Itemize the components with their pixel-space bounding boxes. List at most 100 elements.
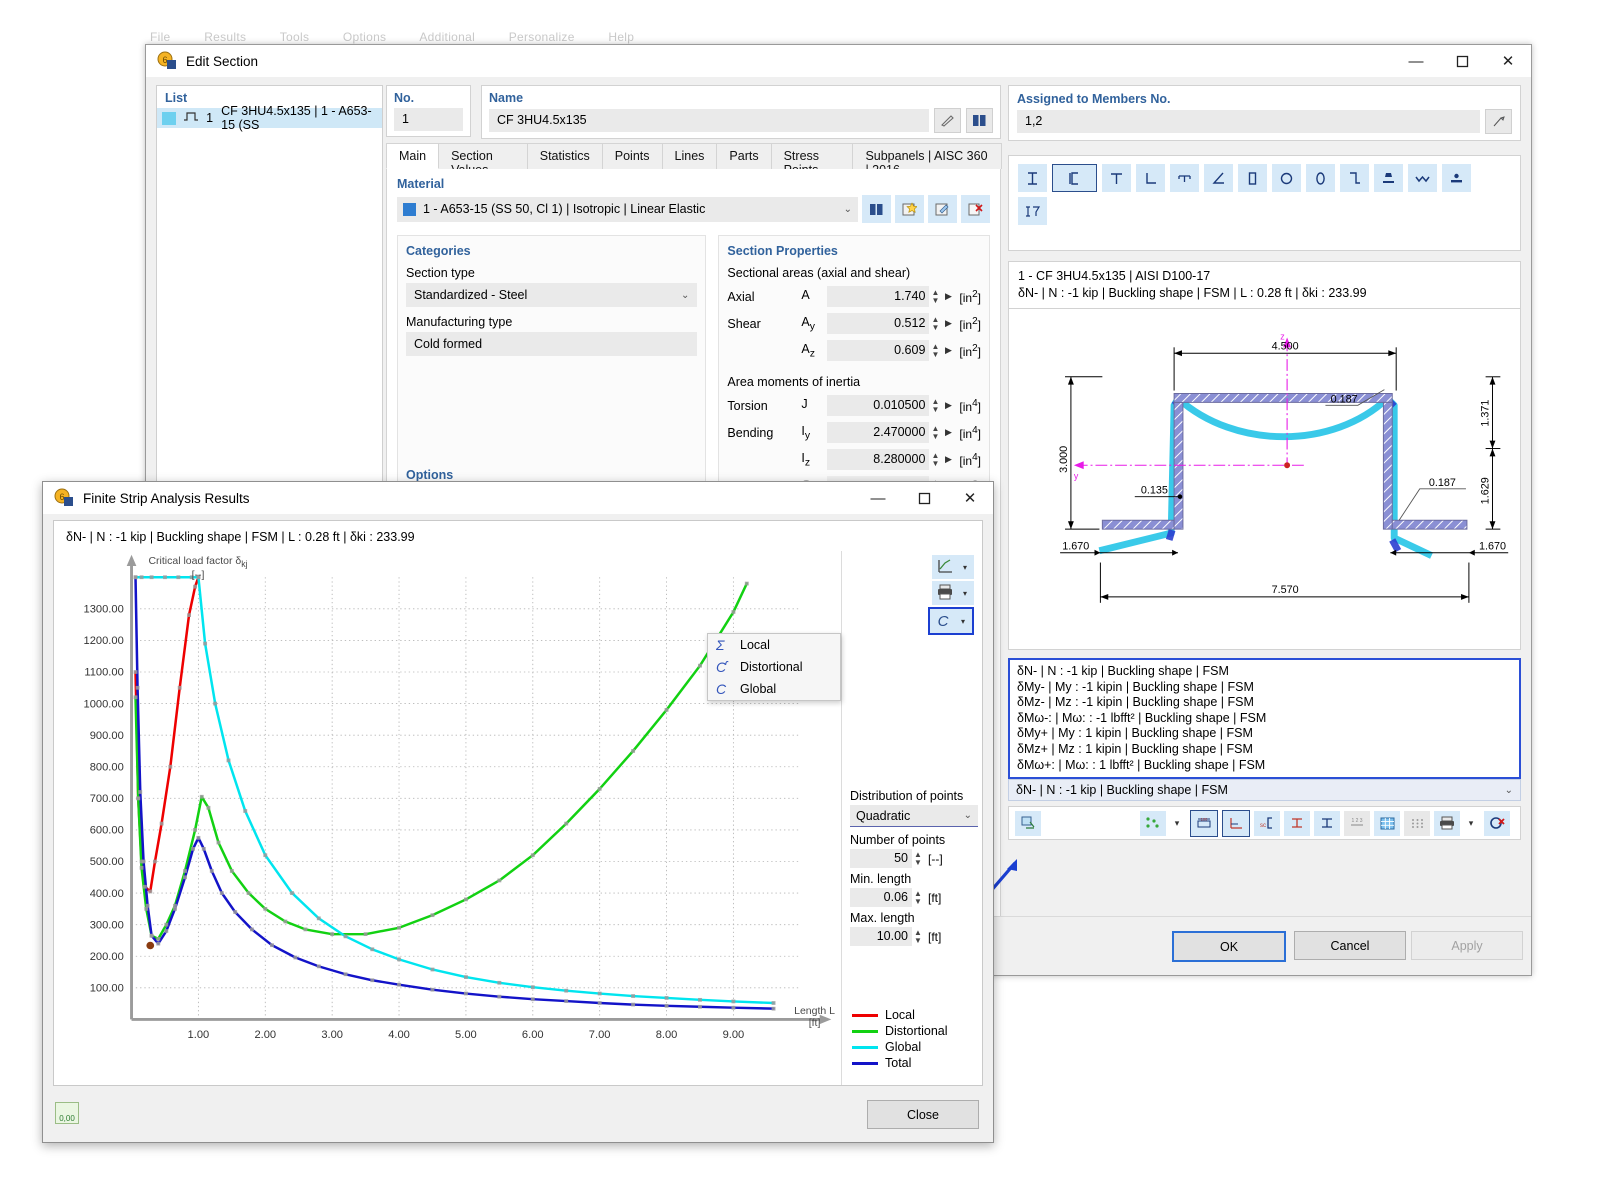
dot-bar-icon[interactable] — [1442, 164, 1471, 192]
expand-arrow-icon[interactable]: ▶ — [941, 318, 955, 329]
dimensions-icon[interactable]: 100 — [1190, 810, 1218, 837]
spinner-icon[interactable]: ▲▼ — [912, 929, 924, 945]
property-value[interactable]: 0.010500 — [827, 395, 929, 416]
chart-settings-button[interactable]: ▾ — [932, 555, 974, 579]
list-item[interactable]: δMω-: | Mω: : -1 lbfft² | Buckling shape… — [1017, 711, 1512, 727]
print-button[interactable]: ▾ — [932, 581, 974, 605]
spinner-icon[interactable]: ▲▼ — [929, 289, 941, 305]
tab-parts[interactable]: Parts — [716, 143, 771, 169]
assigned-input[interactable]: 1,2 — [1017, 110, 1480, 133]
result-selector[interactable]: δN- | N : -1 kip | Buckling shape | FSM … — [1008, 779, 1521, 801]
ok-button[interactable]: OK — [1172, 931, 1286, 962]
buckling-mode-dropdown[interactable]: Ʃ Local Ƈ Distortional C Global — [707, 633, 841, 701]
material-library-icon[interactable] — [862, 195, 891, 223]
minimize-button[interactable]: — — [855, 482, 901, 514]
circ-hollow-icon[interactable] — [1272, 164, 1301, 192]
fsm-titlebar[interactable]: 6 Finite Strip Analysis Results — ✕ — [43, 482, 993, 514]
tab-stress-points[interactable]: Stress Points — [771, 143, 854, 169]
angle-slope-icon[interactable] — [1204, 164, 1233, 192]
cancel-button[interactable]: Cancel — [1294, 931, 1406, 960]
grid-icon[interactable] — [1374, 811, 1400, 836]
material-select[interactable]: 1 - A653-15 (SS 50, Cl 1) | Isotropic | … — [397, 197, 858, 222]
tab-statistics[interactable]: Statistics — [527, 143, 603, 169]
zed-section-icon[interactable] — [1340, 164, 1369, 192]
menu-item-global[interactable]: C Global — [708, 678, 840, 700]
property-value[interactable]: 1.740 — [827, 286, 929, 307]
principal-axes-icon[interactable] — [1314, 811, 1340, 836]
corrugated-icon[interactable] — [1408, 164, 1437, 192]
max-length-input[interactable]: 10.00 — [850, 927, 912, 946]
list-item[interactable]: 1 CF 3HU4.5x135 | 1 - A653-15 (SS — [157, 108, 382, 128]
expand-arrow-icon[interactable]: ▶ — [941, 427, 955, 438]
spinner-icon[interactable]: ▲▼ — [929, 316, 941, 332]
edit-section-titlebar[interactable]: 6 Edit Section — ✕ — [146, 45, 1531, 77]
pick-members-icon[interactable] — [1485, 109, 1512, 134]
list-item[interactable]: δMω+: | Mω: : 1 lbfft² | Buckling shape … — [1017, 758, 1512, 774]
spinner-icon[interactable]: ▲▼ — [912, 890, 924, 906]
list-item[interactable]: δMz- | Mz : -1 kipin | Buckling shape | … — [1017, 695, 1512, 711]
min-length-input[interactable]: 0.06 — [850, 888, 912, 907]
maximize-button[interactable] — [901, 482, 947, 514]
property-value[interactable]: 8.280000 — [827, 449, 929, 470]
expand-arrow-icon[interactable]: ▶ — [941, 291, 955, 302]
buckling-results-list[interactable]: δN- | N : -1 kip | Buckling shape | FSM … — [1008, 658, 1521, 779]
units-badge[interactable]: 0,00 — [55, 1102, 79, 1124]
expand-arrow-icon[interactable]: ▶ — [941, 345, 955, 356]
list-item[interactable]: δMy- | My : -1 kipin | Buckling shape | … — [1017, 680, 1512, 696]
chevron-down-icon[interactable]: ▾ — [958, 563, 972, 572]
dotted-grid-icon[interactable] — [1404, 811, 1430, 836]
property-value[interactable]: 2.470000 — [827, 422, 929, 443]
property-value[interactable]: 0.609 — [827, 340, 929, 361]
angle-section-icon[interactable] — [1136, 164, 1165, 192]
list-item[interactable]: δMz+ | Mz : 1 kipin | Buckling shape | F… — [1017, 742, 1512, 758]
close-button[interactable]: Close — [867, 1100, 979, 1129]
section-library-icon[interactable] — [966, 108, 993, 133]
tee-section-icon[interactable] — [1102, 164, 1131, 192]
clear-results-icon[interactable] — [1484, 811, 1510, 836]
close-button[interactable]: ✕ — [1485, 45, 1531, 77]
maximize-button[interactable] — [1439, 45, 1485, 77]
number-input[interactable]: 1 — [394, 108, 463, 131]
delete-material-icon[interactable] — [961, 195, 990, 223]
spinner-icon[interactable]: ▲▼ — [929, 343, 941, 359]
tee-flange-icon[interactable] — [1170, 164, 1199, 192]
menu-item-local[interactable]: Ʃ Local — [708, 634, 840, 656]
cross-section-drawing[interactable]: z y 4.500 — [1008, 309, 1521, 650]
section-type-select[interactable]: Standardized - Steel ⌄ — [406, 283, 697, 307]
expand-arrow-icon[interactable]: ▶ — [941, 400, 955, 411]
chevron-down-icon[interactable]: ▾ — [1170, 818, 1184, 829]
edit-material-icon[interactable] — [928, 195, 957, 223]
list-item[interactable]: δN- | N : -1 kip | Buckling shape | FSM — [1017, 664, 1512, 680]
chevron-down-icon[interactable]: ▾ — [958, 589, 972, 598]
points-display-icon[interactable] — [1140, 811, 1166, 836]
close-window-button[interactable]: ✕ — [947, 482, 993, 514]
chevron-down-icon[interactable]: ▾ — [1464, 818, 1478, 829]
render-model-icon[interactable] — [1015, 811, 1041, 836]
new-material-icon[interactable] — [895, 195, 924, 223]
buckling-mode-button[interactable]: C ▾ — [928, 607, 974, 635]
rail-section-icon[interactable] — [1374, 164, 1403, 192]
print-icon[interactable] — [1434, 811, 1460, 836]
minimize-button[interactable]: — — [1393, 45, 1439, 77]
tab-lines[interactable]: Lines — [662, 143, 718, 169]
chevron-down-icon[interactable]: ▾ — [956, 617, 970, 626]
rect-hollow-icon[interactable] — [1238, 164, 1267, 192]
shear-center-icon[interactable]: sc — [1254, 811, 1280, 836]
tab-points[interactable]: Points — [602, 143, 663, 169]
spinner-icon[interactable]: ▲▼ — [929, 425, 941, 441]
edit-name-icon[interactable] — [934, 108, 961, 133]
marked-point[interactable] — [146, 942, 154, 949]
distribution-select[interactable]: Quadratic ⌄ — [850, 805, 978, 827]
tab-section-values[interactable]: Section Values — [438, 143, 528, 169]
axes-system-icon[interactable] — [1222, 810, 1250, 837]
built-up-icon[interactable] — [1018, 197, 1047, 225]
spinner-icon[interactable]: ▲▼ — [929, 398, 941, 414]
name-input[interactable]: CF 3HU4.5x135 — [489, 109, 929, 132]
numbering-icon[interactable]: 1 2 3 — [1344, 811, 1370, 836]
centroid-icon[interactable] — [1284, 811, 1310, 836]
spinner-icon[interactable]: ▲▼ — [929, 452, 941, 468]
buckling-curve-chart[interactable]: 100.00200.00300.00400.00500.00600.00700.… — [54, 551, 842, 1085]
number-of-points-input[interactable]: 50 — [850, 849, 912, 868]
channel-section-icon[interactable] — [1052, 164, 1097, 192]
list-item[interactable]: δMy+ | My : 1 kipin | Buckling shape | F… — [1017, 726, 1512, 742]
